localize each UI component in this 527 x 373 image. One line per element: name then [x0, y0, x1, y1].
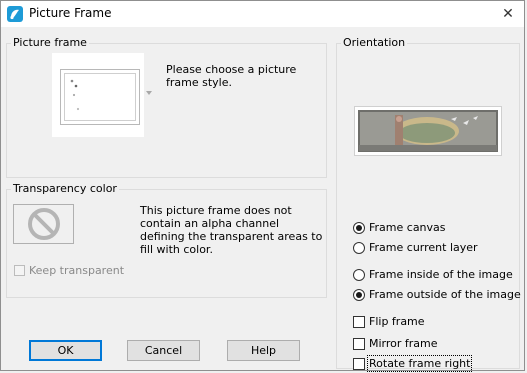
transparency-group-label: Transparency color [11, 182, 119, 195]
ok-button-label: OK [57, 344, 74, 357]
frame-style-instruction: Please choose a picture frame style. [166, 63, 297, 89]
chevron-down-icon[interactable] [146, 91, 152, 95]
rotate-frame-right-checkbox[interactable] [353, 357, 365, 370]
help-button-label: Help [250, 344, 277, 357]
picture-frame-dialog: Picture Frame ✕ Picture frame Please cho… [0, 0, 525, 372]
keep-transparent-checkbox[interactable] [14, 265, 25, 276]
rotate-frame-right-row[interactable]: Rotate frame right [353, 355, 473, 372]
frame-canvas-radio-button[interactable] [353, 221, 365, 234]
close-icon: ✕ [502, 6, 514, 22]
frame-current-layer-radio[interactable]: Frame current layer [353, 241, 478, 254]
frame-preview-dots [70, 79, 80, 111]
title-bar: Picture Frame ✕ [1, 1, 524, 27]
cancel-button[interactable]: Cancel [127, 340, 200, 361]
frame-inside-radio-button[interactable] [353, 268, 365, 281]
orientation-preview-image [354, 106, 502, 156]
frame-outside-label: Frame outside of the image [369, 288, 521, 301]
keep-transparent-checkbox-row[interactable]: Keep transparent [14, 264, 124, 277]
help-button[interactable]: Help [227, 340, 300, 361]
picture-frame-group-label: Picture frame [11, 36, 89, 49]
mirror-frame-checkbox[interactable] [353, 337, 365, 350]
orientation-group-label: Orientation [341, 36, 408, 49]
frame-canvas-radio[interactable]: Frame canvas [353, 221, 446, 234]
frame-style-preview[interactable] [52, 53, 144, 137]
framed-image-thumbnail [355, 107, 501, 155]
mirror-frame-label: Mirror frame [369, 337, 438, 350]
frame-current-layer-radio-button[interactable] [353, 241, 365, 254]
frame-inside-radio[interactable]: Frame inside of the image [353, 268, 513, 281]
prohibited-icon [27, 208, 60, 240]
ok-button[interactable]: OK [29, 340, 102, 361]
rotate-frame-right-label: Rotate frame right [366, 355, 473, 372]
keep-transparent-label: Keep transparent [29, 264, 125, 277]
alpha-channel-message: This picture frame does not contain an a… [140, 204, 323, 256]
close-button[interactable]: ✕ [498, 4, 518, 24]
frame-inside-label: Frame inside of the image [369, 268, 513, 281]
cancel-button-label: Cancel [144, 344, 183, 357]
window-title: Picture Frame [29, 6, 112, 20]
transparency-color-swatch[interactable] [13, 204, 74, 244]
flip-frame-label: Flip frame [369, 315, 425, 328]
paint-shop-icon [7, 6, 23, 22]
flip-frame-row[interactable]: Flip frame [353, 315, 425, 328]
frame-current-layer-label: Frame current layer [369, 241, 478, 254]
mirror-frame-row[interactable]: Mirror frame [353, 337, 438, 350]
frame-outside-radio[interactable]: Frame outside of the image [353, 288, 521, 301]
frame-outside-radio-button[interactable] [353, 288, 365, 301]
frame-canvas-label: Frame canvas [369, 221, 446, 234]
flip-frame-checkbox[interactable] [353, 315, 365, 328]
